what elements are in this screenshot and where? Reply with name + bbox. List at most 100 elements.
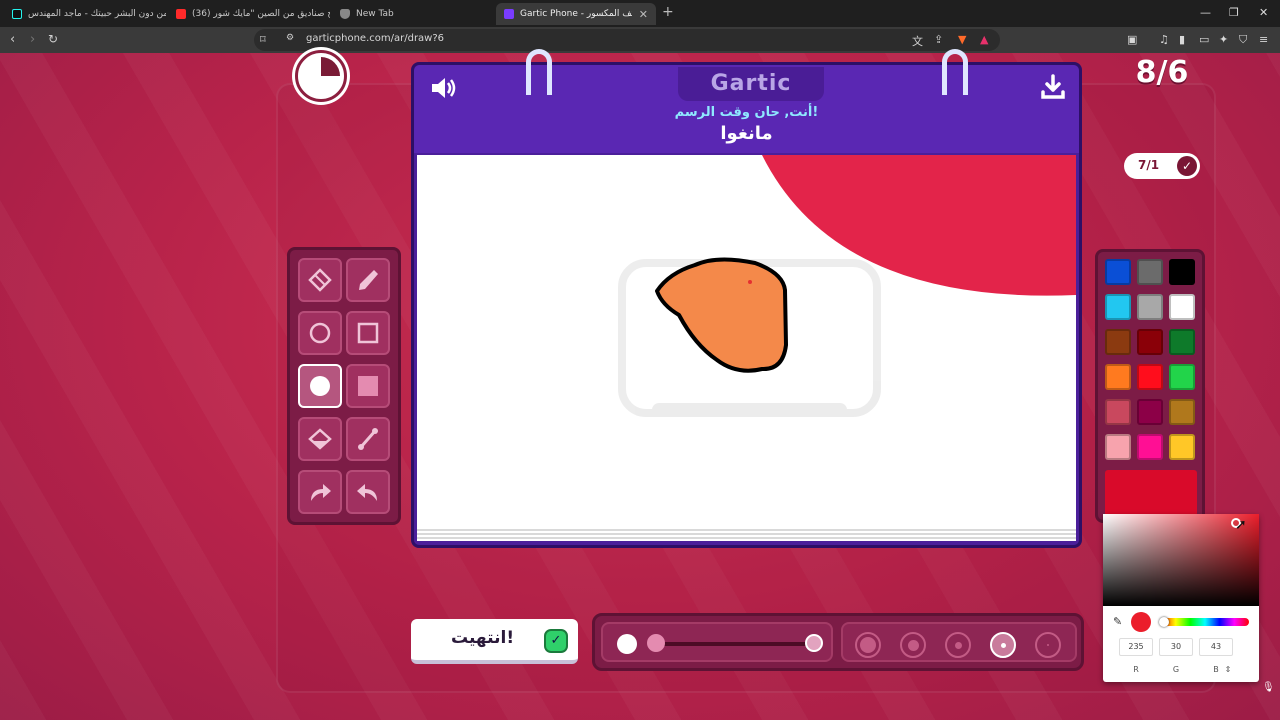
palette-color-swatch[interactable] bbox=[1105, 329, 1131, 355]
mango-dot bbox=[748, 280, 752, 284]
opacity-slider-panel bbox=[601, 622, 833, 662]
redo-icon bbox=[357, 484, 377, 501]
palette-color-swatch[interactable] bbox=[1169, 294, 1195, 320]
palette-color-swatch[interactable] bbox=[1105, 364, 1131, 390]
circle-outline-icon bbox=[309, 322, 331, 344]
drawing-canvas[interactable] bbox=[417, 155, 1076, 527]
brush-controls bbox=[592, 613, 1084, 671]
vpn-icon[interactable]: ⛉ bbox=[1239, 33, 1247, 47]
color-palette bbox=[1095, 249, 1205, 523]
maximize-icon[interactable]: ❐ bbox=[1229, 6, 1239, 19]
download-icon[interactable] bbox=[1039, 73, 1067, 101]
hue-slider-knob[interactable] bbox=[1159, 617, 1169, 627]
media-icon[interactable]: ♫ bbox=[1159, 33, 1169, 46]
brush-size-m-button[interactable] bbox=[945, 632, 971, 658]
ellipse-filled-tool-button[interactable] bbox=[298, 364, 342, 408]
eraser-tool-button[interactable] bbox=[298, 258, 342, 302]
done-button[interactable]: انتهيت! ✓ bbox=[411, 619, 578, 664]
palette-color-swatch[interactable] bbox=[1169, 434, 1195, 460]
brush-size-l-button[interactable] bbox=[900, 632, 926, 658]
hue-slider[interactable] bbox=[1161, 618, 1249, 626]
format-toggle-icon[interactable]: ⇕ bbox=[1221, 665, 1235, 674]
close-tab-icon[interactable]: ✕ bbox=[639, 8, 648, 21]
circle-filled-icon bbox=[310, 376, 330, 396]
sketchbook-pages-edge bbox=[417, 527, 1076, 541]
translate-icon[interactable]: 文 bbox=[912, 33, 923, 49]
rectangle-outline-tool-button[interactable] bbox=[346, 311, 390, 355]
brave-rewards-icon[interactable]: ▲ bbox=[980, 33, 988, 46]
fill-bucket-tool-button[interactable] bbox=[298, 417, 342, 461]
rectangle-filled-tool-button[interactable] bbox=[346, 364, 390, 408]
browser-tab[interactable]: ليش من دون البشر حبيتك - ماجد المهندس bbox=[4, 3, 166, 25]
reload-icon[interactable]: ↻ bbox=[48, 32, 58, 46]
microphone-icon[interactable]: 🎙 bbox=[1262, 682, 1275, 693]
line-icon bbox=[358, 428, 378, 450]
brave-shields-icon[interactable]: ▼ bbox=[958, 33, 966, 46]
redo-button[interactable] bbox=[346, 470, 390, 514]
wallet-icon[interactable]: ▭ bbox=[1199, 33, 1209, 46]
eyedropper-icon[interactable]: ✎ bbox=[1113, 615, 1122, 628]
url-text: garticphone.com/ar/draw?6 bbox=[306, 33, 445, 44]
blue-value-input[interactable]: 43 bbox=[1199, 638, 1233, 656]
mango-drawing bbox=[655, 257, 788, 373]
round-counter: 8/6 bbox=[1135, 55, 1189, 90]
pencil-tool-button[interactable] bbox=[346, 258, 390, 302]
site-info-icon[interactable]: ⚙ bbox=[286, 33, 294, 43]
browser-tab[interactable]: (36) فتح صناديق من الصين "مايك شور bbox=[168, 3, 330, 25]
browser-tab-active[interactable]: Gartic Phone - لعبة الهاتف المكسور ✕ bbox=[496, 3, 656, 25]
palette-color-swatch[interactable] bbox=[1105, 434, 1131, 460]
bookmark-icon[interactable]: ⌑ bbox=[260, 33, 266, 46]
back-icon[interactable]: ‹ bbox=[10, 32, 15, 47]
palette-color-swatch[interactable] bbox=[1105, 399, 1131, 425]
reading-list-icon[interactable]: ▮ bbox=[1179, 33, 1185, 46]
size-dot bbox=[907, 639, 919, 651]
share-icon[interactable]: ⇪ bbox=[934, 33, 943, 46]
eraser-icon bbox=[308, 268, 332, 292]
tab-label: Gartic Phone - لعبة الهاتف المكسور bbox=[520, 9, 632, 19]
brush-size-s-button[interactable] bbox=[990, 632, 1016, 658]
red-value-input[interactable]: 235 bbox=[1119, 638, 1153, 656]
palette-color-swatch[interactable] bbox=[1137, 399, 1163, 425]
sidebar-toggle-icon[interactable]: ▣ bbox=[1127, 33, 1137, 46]
green-value-input[interactable]: 30 bbox=[1159, 638, 1193, 656]
opacity-slider-knob[interactable] bbox=[805, 634, 823, 652]
new-tab-icon[interactable]: + bbox=[662, 4, 674, 20]
address-bar[interactable]: ⌑ ⚙ garticphone.com/ar/draw?6 文 ⇪ ▼ ▲ bbox=[254, 29, 1000, 51]
palette-color-swatch[interactable] bbox=[1169, 399, 1195, 425]
forward-icon[interactable]: › bbox=[30, 32, 35, 47]
tool-panel bbox=[287, 247, 401, 525]
palette-color-swatch[interactable] bbox=[1137, 364, 1163, 390]
opacity-slider-track[interactable] bbox=[649, 642, 819, 646]
brush-size-xs-button[interactable] bbox=[1035, 632, 1061, 658]
menu-icon[interactable]: ≡ bbox=[1259, 33, 1268, 46]
line-tool-button[interactable] bbox=[346, 417, 390, 461]
palette-color-swatch[interactable] bbox=[1169, 329, 1195, 355]
ellipse-outline-tool-button[interactable] bbox=[298, 311, 342, 355]
sketchbook-header: Gartic أنت, حان وقت الرسم! مانغوا bbox=[414, 65, 1079, 153]
undo-button[interactable] bbox=[298, 470, 342, 514]
size-dot bbox=[954, 641, 962, 649]
palette-color-swatch[interactable] bbox=[1137, 329, 1163, 355]
square-filled-icon bbox=[358, 376, 378, 396]
leo-ai-icon[interactable]: ✦ bbox=[1219, 33, 1228, 46]
palette-color-swatch[interactable] bbox=[1169, 259, 1195, 285]
palette-color-swatch[interactable] bbox=[1137, 294, 1163, 320]
red-paint-stroke bbox=[762, 155, 1076, 296]
brush-size-xl-button[interactable] bbox=[855, 632, 881, 658]
current-color-swatch[interactable] bbox=[1105, 470, 1197, 516]
close-window-icon[interactable]: ✕ bbox=[1259, 6, 1268, 19]
square-outline-icon bbox=[357, 322, 379, 344]
browser-tab[interactable]: New Tab bbox=[332, 3, 492, 25]
palette-color-swatch[interactable] bbox=[1137, 259, 1163, 285]
check-icon: ✓ bbox=[544, 629, 568, 653]
palette-color-swatch[interactable] bbox=[1105, 294, 1131, 320]
palette-color-swatch[interactable] bbox=[1169, 364, 1195, 390]
opacity-slider-min-knob[interactable] bbox=[647, 634, 665, 652]
minimize-icon[interactable]: — bbox=[1200, 6, 1211, 19]
speaker-icon[interactable] bbox=[428, 73, 458, 103]
red-label: R bbox=[1133, 665, 1139, 674]
browser-tab-bar: ليش من دون البشر حبيتك - ماجد المهندس (3… bbox=[0, 0, 1280, 27]
palette-color-swatch[interactable] bbox=[1137, 434, 1163, 460]
opacity-preview-icon bbox=[617, 634, 637, 654]
palette-color-swatch[interactable] bbox=[1105, 259, 1131, 285]
